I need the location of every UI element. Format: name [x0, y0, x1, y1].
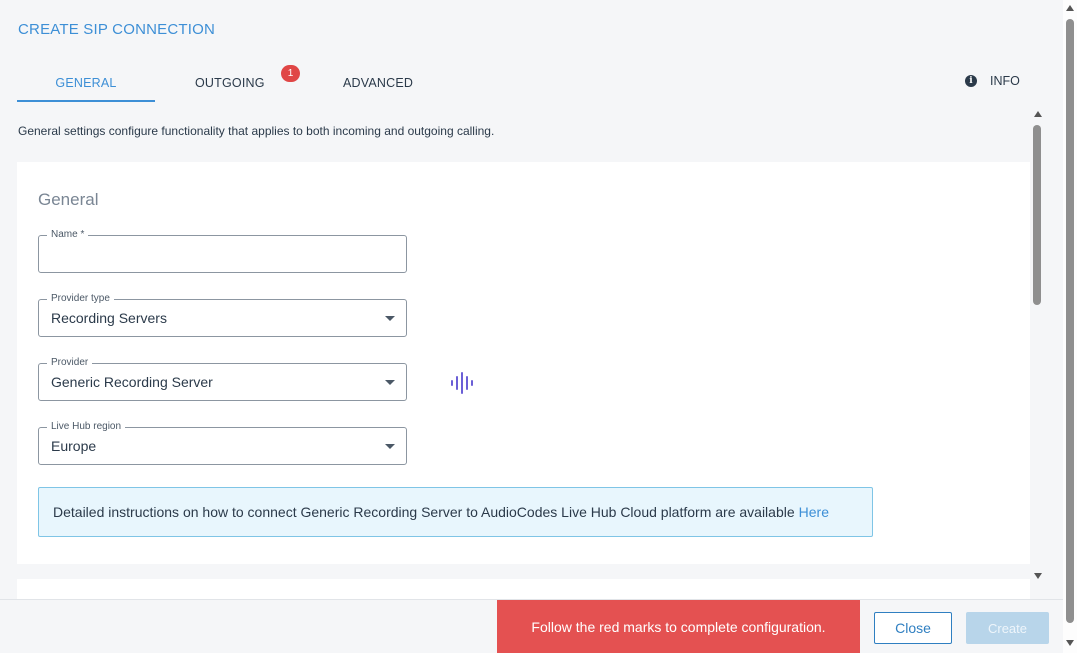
- content-scrollbar[interactable]: [1031, 108, 1045, 582]
- page-scrollbar[interactable]: [1063, 0, 1077, 653]
- tab-advanced[interactable]: ADVANCED: [343, 64, 413, 102]
- tab-bar: GENERAL OUTGOING 1 ADVANCED i INFO: [17, 64, 1037, 102]
- name-field[interactable]: Name *: [38, 228, 407, 273]
- info-button[interactable]: i INFO: [965, 64, 1020, 98]
- chevron-down-icon: [385, 380, 395, 385]
- close-button[interactable]: Close: [874, 612, 952, 644]
- tab-general[interactable]: GENERAL: [17, 64, 155, 102]
- instructions-alert: Detailed instructions on how to connect …: [38, 487, 873, 537]
- outgoing-error-badge: 1: [281, 65, 300, 82]
- provider-type-label: Provider type: [47, 292, 114, 306]
- general-description: General settings configure functionality…: [18, 124, 495, 138]
- instructions-link[interactable]: Here: [799, 504, 829, 520]
- name-label: Name *: [47, 228, 89, 242]
- info-label: INFO: [990, 74, 1020, 88]
- scroll-down-arrow-icon[interactable]: [1066, 640, 1074, 646]
- region-label: Live Hub region: [47, 420, 126, 434]
- dialog-footer: Follow the red marks to complete configu…: [0, 599, 1063, 653]
- scroll-thumb[interactable]: [1033, 125, 1041, 305]
- provider-label: Provider: [47, 356, 93, 370]
- chevron-down-icon: [385, 316, 395, 321]
- scroll-thumb[interactable]: [1066, 19, 1074, 623]
- provider-type-value: Recording Servers: [51, 310, 167, 326]
- region-value: Europe: [51, 438, 97, 454]
- provider-type-select[interactable]: Provider type Recording Servers: [38, 292, 407, 337]
- error-toast: Follow the red marks to complete configu…: [497, 600, 860, 653]
- dialog-title: CREATE SIP CONNECTION: [18, 21, 216, 38]
- chevron-down-icon: [385, 444, 395, 449]
- sip-connection-dialog: CREATE SIP CONNECTION GENERAL OUTGOING 1…: [0, 0, 1063, 653]
- section-title: General: [38, 190, 99, 209]
- general-card: General Name * Provider type Recording S…: [17, 162, 1030, 564]
- provider-select[interactable]: Provider Generic Recording Server: [38, 356, 407, 401]
- next-section-card: [17, 579, 1030, 599]
- scroll-down-arrow-icon[interactable]: [1034, 573, 1042, 579]
- instructions-text: Detailed instructions on how to connect …: [53, 504, 795, 520]
- info-icon: i: [965, 75, 977, 87]
- scroll-up-arrow-icon[interactable]: [1034, 111, 1042, 117]
- region-select[interactable]: Live Hub region Europe: [38, 420, 407, 465]
- provider-value: Generic Recording Server: [51, 374, 213, 390]
- create-button[interactable]: Create: [966, 612, 1049, 644]
- tab-outgoing[interactable]: OUTGOING: [195, 64, 264, 102]
- audio-wave-icon: [451, 372, 473, 394]
- scroll-up-arrow-icon[interactable]: [1066, 5, 1074, 11]
